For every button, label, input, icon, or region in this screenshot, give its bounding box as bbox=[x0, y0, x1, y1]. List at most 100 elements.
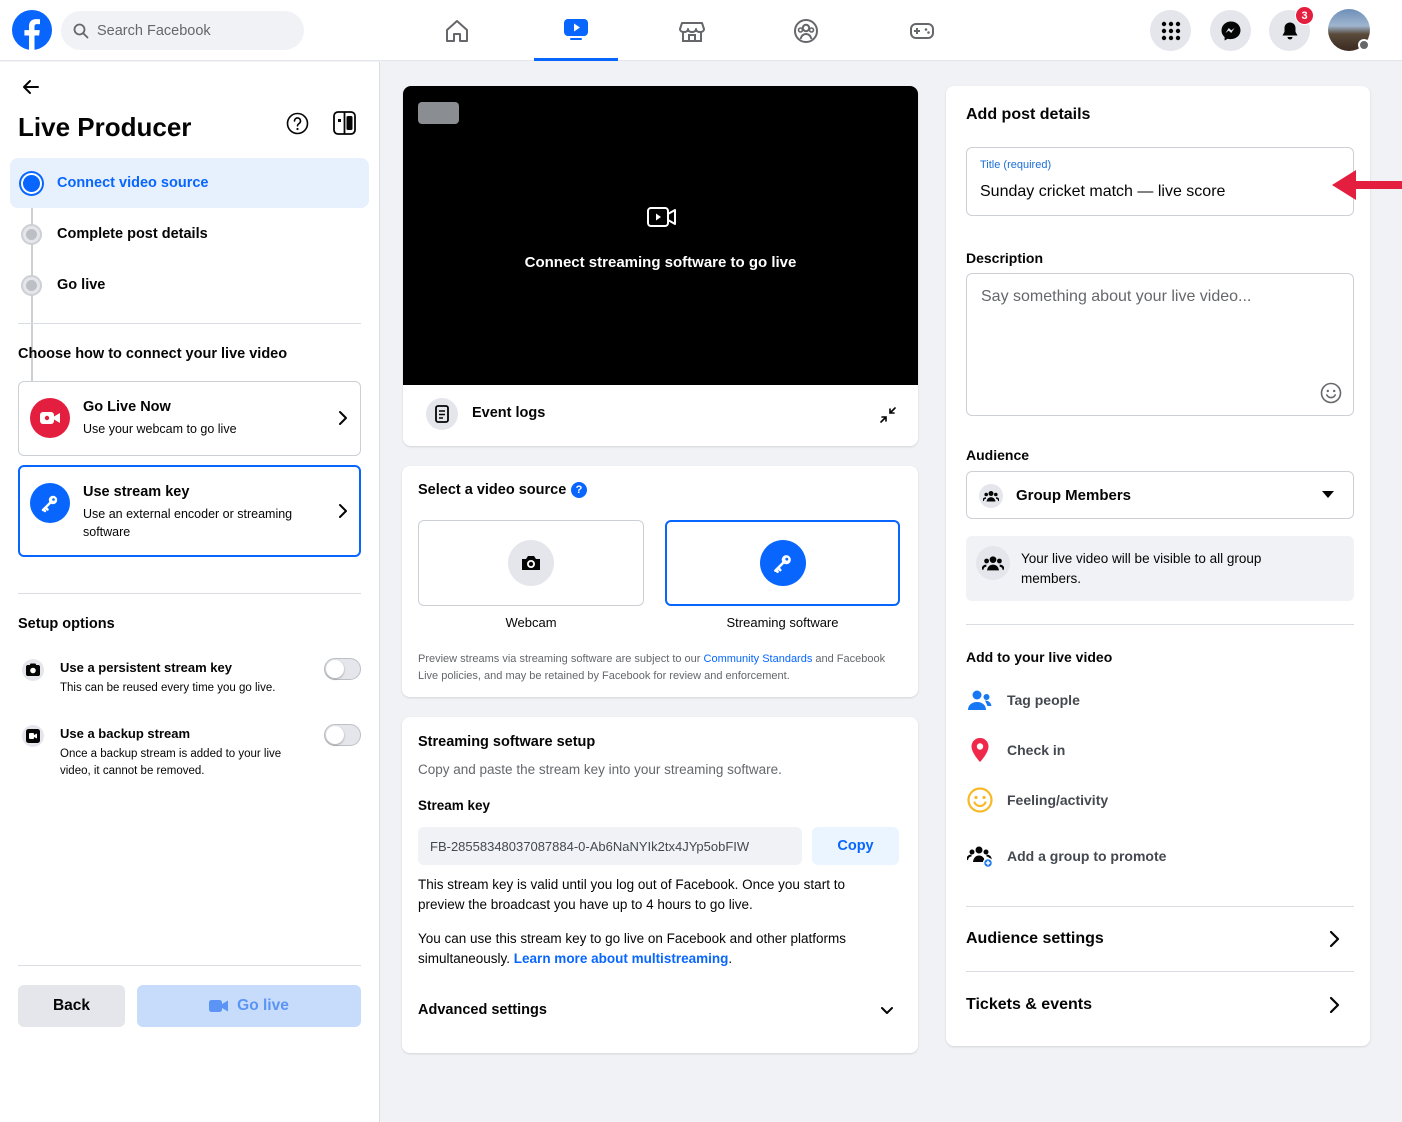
search-bar[interactable]: Search Facebook bbox=[61, 11, 304, 50]
status-pill bbox=[418, 102, 459, 124]
source-webcam[interactable] bbox=[418, 520, 644, 606]
step-go-live[interactable]: Go live bbox=[10, 260, 369, 310]
community-standards-link[interactable]: Community Standards bbox=[704, 653, 813, 665]
add-to-live-heading: Add to your live video bbox=[966, 649, 1113, 665]
title-field[interactable]: Title (required) Sunday cricket match — … bbox=[966, 147, 1354, 216]
option-desc: Use an external encoder or streaming sof… bbox=[83, 507, 293, 539]
title-input[interactable]: Sunday cricket match — live score bbox=[980, 183, 1225, 201]
video-camera-icon bbox=[30, 398, 70, 438]
home-icon bbox=[446, 19, 468, 42]
tag-people-icon bbox=[966, 686, 994, 714]
audience-settings-row[interactable]: Audience settings bbox=[966, 910, 1354, 968]
feeling-activity-row[interactable]: Feeling/activity bbox=[966, 782, 1108, 818]
back-arrow-icon[interactable] bbox=[22, 79, 40, 95]
audience-value: Group Members bbox=[1016, 487, 1132, 504]
search-input[interactable]: Search Facebook bbox=[97, 23, 211, 39]
learn-more-link[interactable]: Learn more about multistreaming bbox=[514, 951, 729, 966]
layout-toggle-icon[interactable] bbox=[333, 111, 356, 135]
source-streaming-software[interactable] bbox=[665, 520, 900, 606]
nav-tab-groups[interactable] bbox=[764, 0, 848, 61]
preview-message: Connect streaming software to go live bbox=[524, 254, 797, 271]
menu-grid-icon bbox=[1161, 21, 1180, 40]
collapse-icon[interactable] bbox=[879, 406, 897, 424]
divider bbox=[966, 624, 1354, 625]
setup-title: Use a persistent stream key bbox=[60, 660, 232, 675]
stream-key-label: Stream key bbox=[418, 798, 491, 813]
policy-text: Preview streams via streaming software a… bbox=[418, 651, 898, 685]
step-pending-icon bbox=[21, 274, 42, 296]
help-icon[interactable] bbox=[286, 112, 309, 135]
messenger-button[interactable] bbox=[1210, 10, 1251, 51]
divider bbox=[966, 971, 1354, 972]
nav-tab-gaming[interactable] bbox=[880, 0, 964, 61]
divider bbox=[18, 965, 361, 966]
setup-heading: Streaming software setup bbox=[418, 734, 596, 750]
setup-title: Use a backup stream bbox=[60, 726, 191, 741]
account-status-icon bbox=[1358, 39, 1370, 51]
audience-note-text: Your live video will be visible to all g… bbox=[1021, 551, 1262, 586]
description-input[interactable]: Say something about your live video... bbox=[981, 288, 1251, 306]
option-use-stream-key[interactable]: Use stream key Use an external encoder o… bbox=[18, 465, 361, 557]
option-desc: Use your webcam to go live bbox=[83, 422, 237, 436]
audience-select[interactable]: Group Members bbox=[966, 471, 1354, 519]
persistent-key-toggle[interactable] bbox=[324, 658, 361, 680]
source-label: Webcam bbox=[505, 615, 557, 630]
location-pin-icon bbox=[966, 736, 994, 764]
facebook-logo-icon[interactable] bbox=[12, 10, 52, 50]
chevron-down-icon[interactable] bbox=[880, 1006, 894, 1016]
nav-tab-home[interactable] bbox=[415, 0, 499, 61]
bell-icon bbox=[1282, 22, 1297, 39]
connect-heading: Choose how to connect your live video bbox=[18, 346, 288, 362]
top-navigation-bar: Search Facebook 3 bbox=[0, 0, 1402, 61]
policy-text-part: Preview streams via streaming software a… bbox=[418, 653, 704, 665]
source-label: Streaming software bbox=[726, 615, 839, 630]
title-field-label: Title (required) bbox=[980, 159, 1052, 171]
add-item-label: Feeling/activity bbox=[1007, 792, 1109, 808]
group-members-icon bbox=[976, 546, 1010, 580]
option-title: Use stream key bbox=[83, 484, 190, 500]
step-label: Connect video source bbox=[57, 175, 209, 191]
multistream-text-end: . bbox=[728, 951, 733, 966]
smiley-icon bbox=[966, 786, 994, 814]
annotation-arrow-icon bbox=[1330, 167, 1402, 203]
camera-icon bbox=[508, 540, 554, 586]
menu-button[interactable] bbox=[1150, 10, 1191, 51]
check-in-row[interactable]: Check in bbox=[966, 732, 1065, 768]
select-source-heading: Select a video source bbox=[418, 482, 567, 498]
nav-tab-video[interactable] bbox=[534, 0, 618, 61]
help-icon[interactable]: ? bbox=[571, 482, 587, 498]
event-logs-label[interactable]: Event logs bbox=[472, 405, 545, 421]
copy-button[interactable]: Copy bbox=[812, 827, 899, 865]
option-title: Go Live Now bbox=[83, 399, 171, 415]
emoji-icon[interactable] bbox=[1320, 382, 1342, 404]
video-camera-icon bbox=[646, 204, 678, 230]
dropdown-caret-icon bbox=[1322, 491, 1334, 499]
add-item-label: Add a group to promote bbox=[1007, 848, 1167, 864]
tag-people-row[interactable]: Tag people bbox=[966, 682, 1080, 718]
backup-stream-icon bbox=[22, 725, 44, 747]
setup-options-heading: Setup options bbox=[18, 616, 115, 632]
add-item-label: Check in bbox=[1007, 742, 1066, 758]
step-complete-post-details[interactable]: Complete post details bbox=[10, 209, 369, 259]
key-icon bbox=[759, 540, 806, 586]
step-connect-video-source[interactable]: Connect video source bbox=[10, 158, 369, 208]
page-title: Live Producer bbox=[18, 112, 192, 142]
audience-settings-label: Audience settings bbox=[966, 930, 1104, 947]
go-live-button[interactable]: Go live bbox=[137, 985, 361, 1027]
marketplace-icon bbox=[679, 21, 705, 42]
nav-tab-marketplace[interactable] bbox=[650, 0, 734, 61]
video-camera-icon bbox=[209, 1000, 229, 1012]
streaming-setup-card: Streaming software setup Copy and paste … bbox=[402, 717, 918, 1053]
tickets-events-row[interactable]: Tickets & events bbox=[966, 976, 1354, 1034]
divider bbox=[18, 323, 361, 324]
live-producer-sidebar: Live Producer Connect video source Compl… bbox=[0, 62, 380, 1122]
backup-stream-toggle[interactable] bbox=[324, 724, 361, 746]
setup-description: Copy and paste the stream key into your … bbox=[418, 762, 782, 777]
option-go-live-now[interactable]: Go Live Now Use your webcam to go live bbox=[18, 381, 361, 456]
add-group-promote-row[interactable]: Add a group to promote bbox=[966, 838, 1166, 874]
audience-note: Your live video will be visible to all g… bbox=[966, 536, 1354, 601]
description-field[interactable]: Say something about your live video... bbox=[966, 273, 1354, 416]
advanced-settings-label[interactable]: Advanced settings bbox=[418, 1002, 547, 1018]
back-button[interactable]: Back bbox=[18, 985, 125, 1027]
stream-key-field[interactable]: FB-28558348037087884-0-Ab6NaNYIk2tx4JYp5… bbox=[418, 827, 802, 865]
